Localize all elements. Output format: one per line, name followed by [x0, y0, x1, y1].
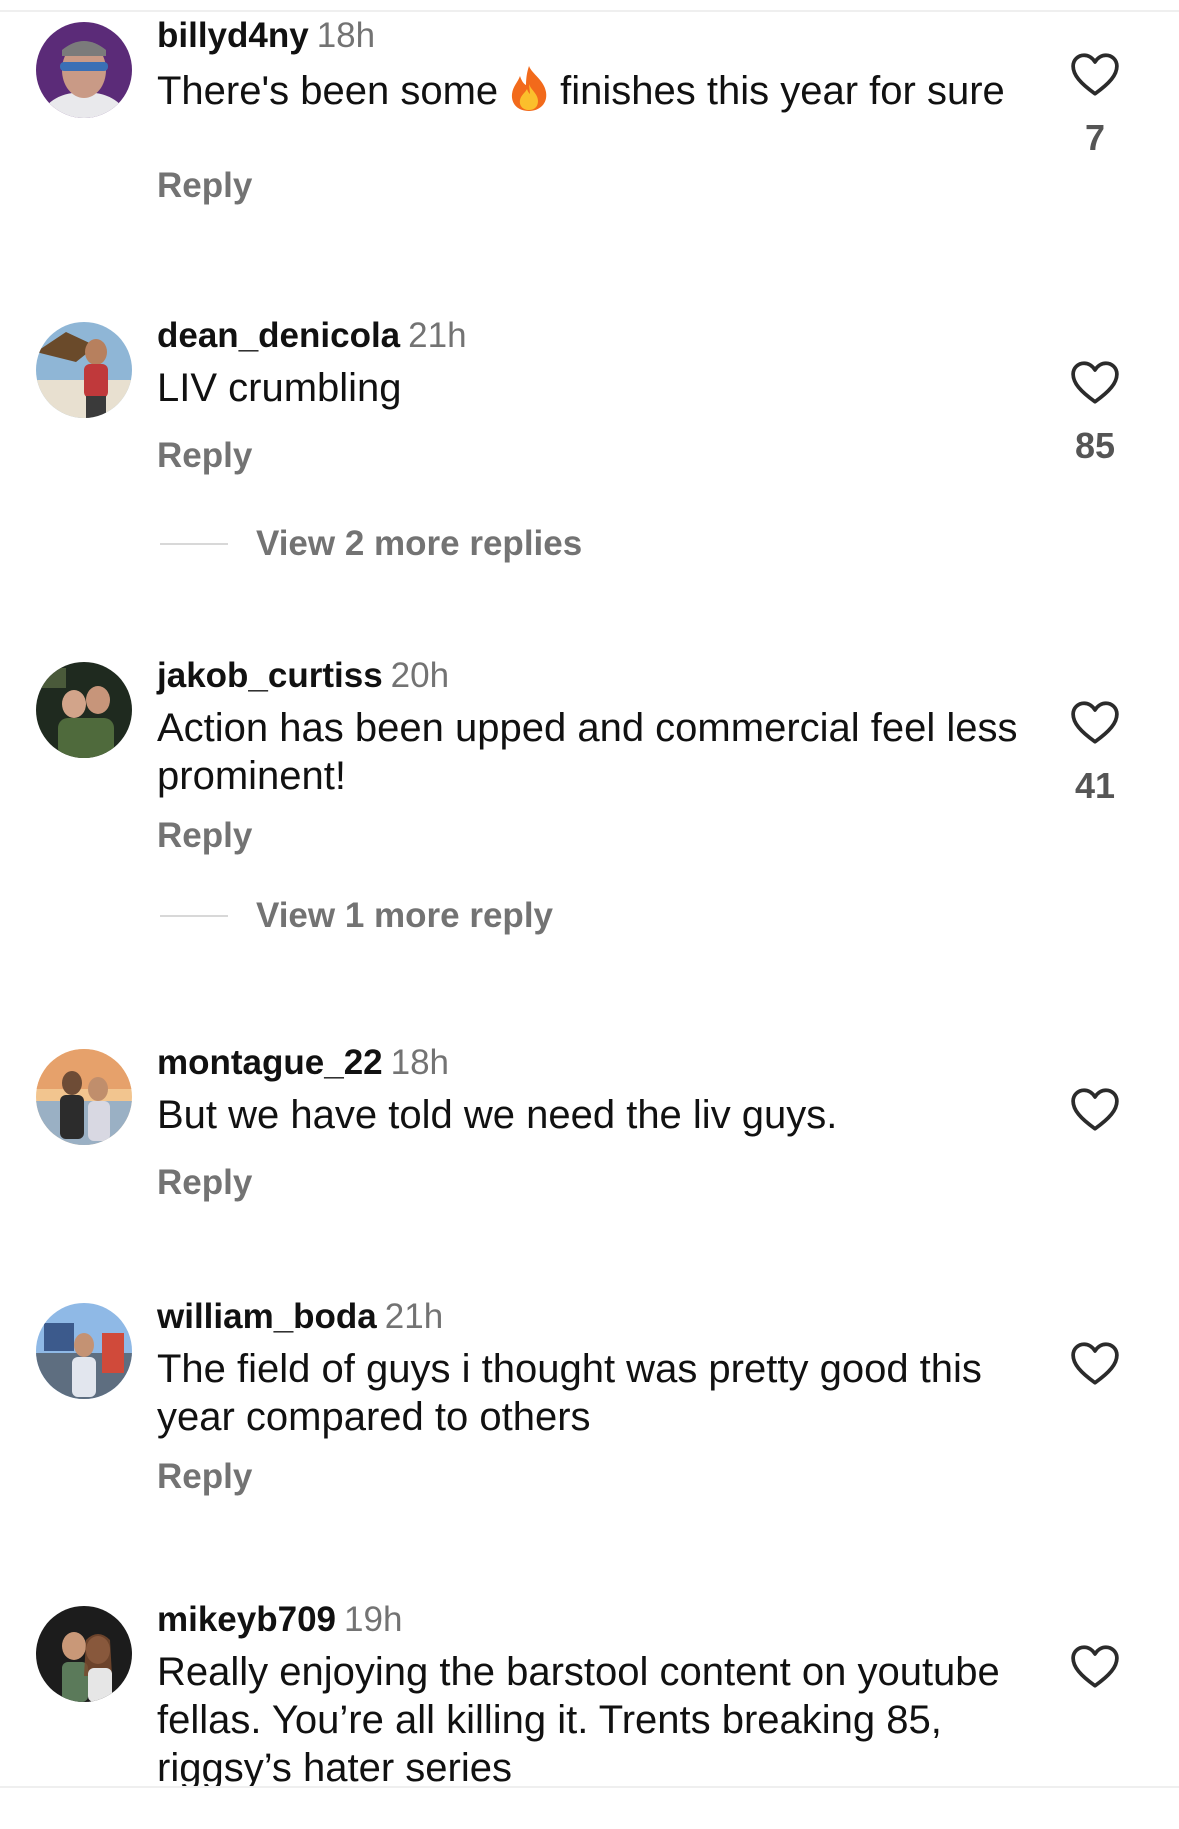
avatar[interactable]: [36, 1049, 132, 1145]
like-count: 85: [1074, 425, 1116, 466]
timestamp: 21h: [408, 316, 467, 355]
timestamp: 19h: [344, 1600, 403, 1639]
fire-emoji-icon: [512, 66, 547, 111]
view-replies-label: View 1 more reply: [256, 896, 554, 935]
avatar[interactable]: [36, 22, 132, 118]
comment-item: billyd4ny 18h There's been some finishes …: [0, 14, 1179, 244]
comment-header: william_boda 21h: [157, 1295, 443, 1339]
comment-header: mikeyb709 19h: [157, 1598, 402, 1642]
like-control: [1065, 1087, 1125, 1133]
comment-text: Really enjoying the barstool content on …: [157, 1650, 1000, 1786]
heart-outline-icon[interactable]: [1070, 700, 1120, 746]
thread-line: [160, 915, 228, 917]
comment-item: mikeyb709 19h Really enjoying the barstoo…: [0, 1598, 1179, 1786]
comment-header: jakob_curtiss 20h: [157, 654, 449, 698]
avatar[interactable]: [36, 322, 132, 418]
comment-text-part: There's been some: [157, 69, 499, 113]
comment-text: But we have told we need the liv guys.: [157, 1093, 838, 1137]
avatar[interactable]: [36, 662, 132, 758]
reply-button[interactable]: Reply: [157, 814, 252, 858]
view-more-replies-button[interactable]: View 2 more replies: [160, 522, 582, 566]
timestamp: 18h: [316, 16, 376, 55]
avatar[interactable]: [36, 1303, 132, 1399]
comment-item: william_boda 21h The field of guys i thou…: [0, 1295, 1179, 1535]
comment-header: montague_22 18h: [157, 1041, 449, 1085]
comment-text: Action has been upped and commercial fee…: [157, 706, 1018, 798]
comment-header: dean_denicola 21h: [157, 314, 467, 358]
reply-button[interactable]: Reply: [157, 164, 252, 208]
timestamp: 20h: [390, 656, 450, 695]
like-count: 41: [1074, 765, 1116, 806]
comment-item: dean_denicola 21h LIV crumbling Reply 85 …: [0, 314, 1179, 574]
avatar[interactable]: [36, 1606, 132, 1702]
comment-text: LIV crumbling: [157, 366, 402, 410]
heart-outline-icon[interactable]: [1070, 360, 1120, 406]
heart-outline-icon[interactable]: [1070, 1341, 1120, 1387]
comment-text: There's been some finishes this year for…: [157, 64, 1027, 115]
username[interactable]: mikeyb709: [157, 1600, 336, 1639]
timestamp: 18h: [390, 1043, 450, 1082]
bottom-divider: [0, 1786, 1179, 1788]
comment-item: montague_22 18h But we have told we need …: [0, 1041, 1179, 1241]
heart-outline-icon[interactable]: [1070, 52, 1120, 98]
username[interactable]: billyd4ny: [157, 16, 309, 55]
username[interactable]: montague_22: [157, 1043, 383, 1082]
comments-list[interactable]: billyd4ny 18h There's been some finishes …: [0, 0, 1179, 1786]
comment-text-part: finishes this year for sure: [560, 69, 1005, 113]
like-control: 41: [1065, 700, 1125, 808]
timestamp: 21h: [384, 1297, 444, 1336]
username[interactable]: jakob_curtiss: [157, 656, 383, 695]
like-count: 7: [1084, 117, 1106, 158]
like-control: 85: [1065, 360, 1125, 468]
view-replies-label: View 2 more replies: [256, 524, 583, 563]
like-control: 7: [1065, 52, 1125, 160]
reply-button[interactable]: Reply: [157, 1455, 252, 1499]
username[interactable]: dean_denicola: [157, 316, 400, 355]
like-control: [1065, 1644, 1125, 1690]
comment-text: The field of guys i thought was pretty g…: [157, 1347, 982, 1439]
heart-outline-icon[interactable]: [1070, 1087, 1120, 1133]
reply-button[interactable]: Reply: [157, 1161, 252, 1205]
comment-item: jakob_curtiss 20h Action has been upped a…: [0, 654, 1179, 954]
reply-button[interactable]: Reply: [157, 434, 252, 478]
thread-line: [160, 543, 228, 545]
view-more-replies-button[interactable]: View 1 more reply: [160, 894, 553, 938]
comment-header: billyd4ny 18h: [157, 14, 375, 58]
heart-outline-icon[interactable]: [1070, 1644, 1120, 1690]
like-control: [1065, 1341, 1125, 1387]
username[interactable]: william_boda: [157, 1297, 377, 1336]
